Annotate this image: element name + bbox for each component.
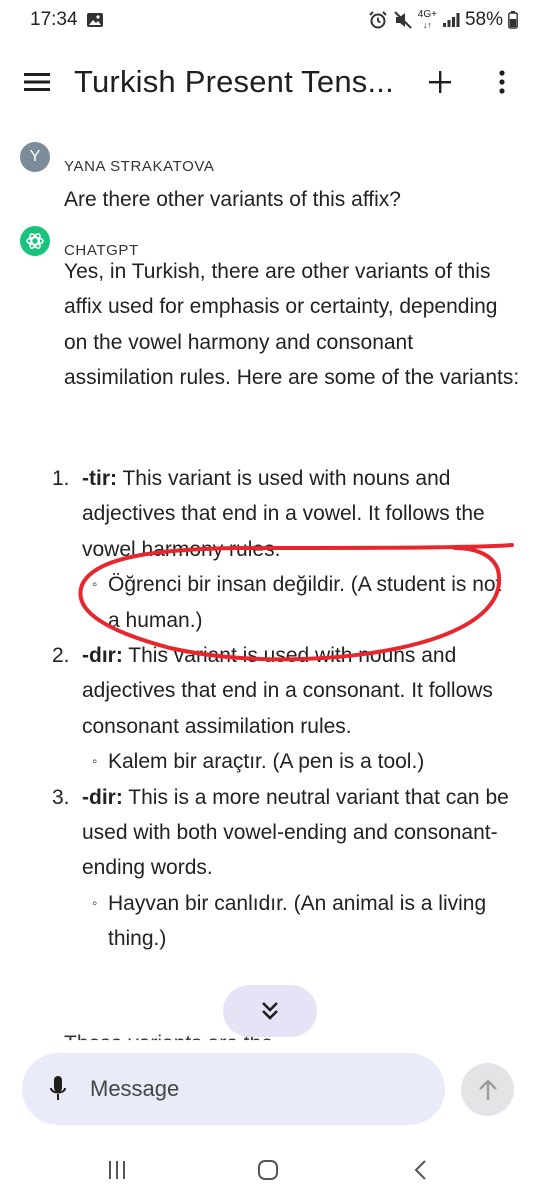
list-number: 2. xyxy=(52,644,70,668)
arrow-up-icon xyxy=(478,1078,497,1100)
example-text: Hayvan bir canlıdır. (An animal is a liv… xyxy=(108,891,487,951)
example-item: ◦ Öğrenci bir insan değildir. (A student… xyxy=(82,567,516,638)
list-item: 3. -dir: This is a more neutral variant … xyxy=(52,780,516,957)
example-text: Kalem bir araçtır. (A pen is a tool.) xyxy=(108,750,425,774)
list-item: 2. -dır: This variant is used with nouns… xyxy=(52,638,516,780)
variant-description: This variant is used with nouns and adje… xyxy=(82,644,493,738)
avatar: Y xyxy=(20,142,50,172)
conversation[interactable]: Y YANA STRAKATOVA Are there other varian… xyxy=(0,130,540,1050)
example-text: Öğrenci bir insan değildir. (A student i… xyxy=(108,573,502,632)
bullet-icon: ◦ xyxy=(92,753,98,771)
example-item: ◦ Kalem bir araçtır. (A pen is a tool.) xyxy=(82,744,516,779)
alarm-icon xyxy=(368,10,388,30)
bullet-icon: ◦ xyxy=(92,894,98,912)
bullet-icon: ◦ xyxy=(92,576,98,594)
mute-icon xyxy=(393,10,413,30)
system-nav-bar xyxy=(0,1140,540,1200)
new-chat-button[interactable] xyxy=(424,66,456,98)
message-author: YANA STRAKATOVA xyxy=(64,158,215,175)
variant-description: This variant is used with nouns and adje… xyxy=(82,467,485,561)
network-type-label: 4G+ ↓↑ xyxy=(417,9,437,31)
signal-icon xyxy=(442,12,460,28)
scroll-to-bottom-button[interactable] xyxy=(223,985,317,1037)
list-item: 1. -tir: This variant is used with nouns… xyxy=(52,461,516,638)
example-item: ◦ Hayvan bir canlıdır. (An animal is a l… xyxy=(82,886,516,957)
microphone-icon[interactable] xyxy=(46,1073,70,1105)
user-message: Y YANA STRAKATOVA Are there other varian… xyxy=(20,142,520,222)
variant-description: This is a more neutral variant that can … xyxy=(82,785,509,880)
plus-icon xyxy=(429,71,451,93)
message-text: Yes, in Turkish, there are other variant… xyxy=(64,260,520,390)
screen: 17:34 4G+ ↓↑ 58% Turkish Present Tens...… xyxy=(0,0,540,1200)
message-text: Are there other variants of this affix? xyxy=(64,188,401,211)
message-composer xyxy=(22,1053,445,1125)
more-options-icon[interactable] xyxy=(490,66,514,98)
variant-term: -dir: xyxy=(82,785,123,809)
gallery-notification-icon xyxy=(86,12,104,28)
list-number: 1. xyxy=(52,467,70,490)
battery-icon xyxy=(508,11,518,29)
chatgpt-logo-icon xyxy=(20,226,50,256)
app-bar: Turkish Present Tens... xyxy=(0,50,540,114)
double-chevron-down-icon xyxy=(262,1002,278,1020)
variant-term: -dır: xyxy=(82,644,123,668)
back-icon[interactable] xyxy=(400,1154,440,1186)
status-bar: 17:34 4G+ ↓↑ 58% xyxy=(0,0,540,40)
home-icon[interactable] xyxy=(248,1154,288,1186)
page-title: Turkish Present Tens... xyxy=(74,64,394,99)
menu-icon[interactable] xyxy=(22,67,52,97)
variants-list: 1. -tir: This variant is used with nouns… xyxy=(52,461,516,957)
variant-term: -tir: xyxy=(82,467,117,490)
list-number: 3. xyxy=(52,785,70,809)
status-time: 17:34 xyxy=(30,9,78,30)
assistant-message: CHATGPT Yes, in Turkish, there are other… xyxy=(20,226,520,1050)
message-input[interactable] xyxy=(90,1076,390,1102)
battery-percent: 58% xyxy=(464,9,503,30)
recent-apps-icon[interactable] xyxy=(97,1154,137,1186)
send-button[interactable] xyxy=(461,1063,514,1116)
